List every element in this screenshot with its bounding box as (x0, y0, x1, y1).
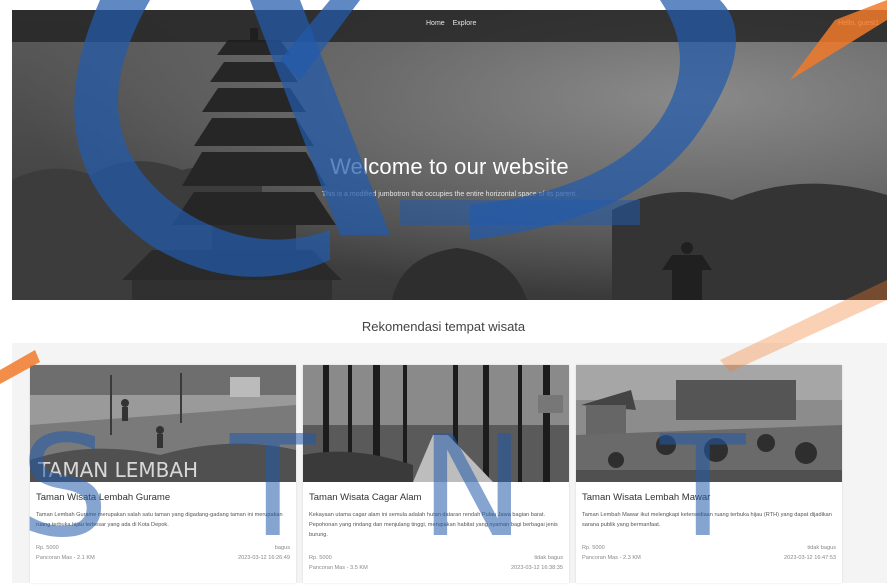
user-greeting[interactable]: Hello, guest1 (838, 20, 879, 27)
card-date: 2023-03-12 16:26:49 (238, 555, 290, 561)
jumbotron: Home Explore Hello, guest1 Welcome to ou… (12, 10, 887, 300)
place-photo (576, 365, 842, 482)
place-card[interactable]: TAMAN LEMBAH Taman Wisata Lembah Gurame … (30, 365, 296, 583)
nav-links: Home Explore (426, 20, 482, 27)
place-card[interactable]: Taman Wisata Lembah Mawar Taman Lembah M… (576, 365, 842, 583)
photo-sign-text: TAMAN LEMBAH (37, 458, 198, 482)
nav-link-home[interactable]: Home (426, 20, 445, 27)
card-description: Taman Lembah Mawar ikut melengkapi keter… (582, 512, 832, 528)
card-price: Rp. 5000 (36, 545, 59, 551)
card-location: Pancoran Mas - 2.3 KM (582, 555, 641, 561)
hero-subtitle: This is a modified jumbotron that occupi… (321, 191, 578, 198)
card-rating: bagus (274, 545, 290, 551)
place-photo (303, 365, 569, 482)
card-title[interactable]: Taman Wisata Lembah Gurame (36, 492, 170, 503)
card-price: Rp. 5000 (582, 545, 605, 551)
card-date: 2023-03-12 16:47:53 (784, 555, 836, 561)
place-card[interactable]: Taman Wisata Cagar Alam Kekayaan utama c… (303, 365, 569, 583)
card-title[interactable]: Taman Wisata Lembah Mawar (582, 492, 710, 503)
card-price: Rp. 5000 (309, 555, 332, 561)
section-title: Rekomendasi tempat wisata (361, 319, 526, 334)
card-rating: tidak bagus (534, 555, 563, 561)
card-description: Taman Lembah Gurame merupakan salah satu… (36, 512, 283, 528)
nav-link-explore[interactable]: Explore (453, 20, 477, 27)
card-title[interactable]: Taman Wisata Cagar Alam (309, 492, 421, 503)
card-rating: tidak bagus (807, 545, 836, 551)
card-date: 2023-03-12 16:38:35 (511, 565, 563, 571)
navbar: Home Explore Hello, guest1 (12, 10, 887, 42)
place-photo: TAMAN LEMBAH (30, 365, 296, 482)
hero-title: Welcome to our website (330, 154, 569, 179)
card-location: Pancoran Mas - 2.1 KM (36, 555, 95, 561)
card-location: Pancoran Mas - 3.5 KM (309, 565, 368, 571)
card-description: Kekayaan utama cagar alam ini semula ada… (309, 512, 558, 538)
